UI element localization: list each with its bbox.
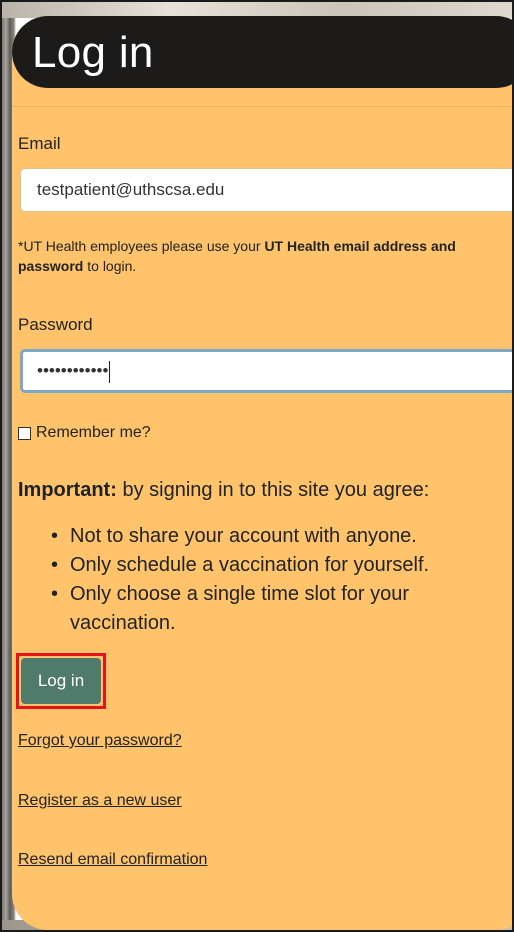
email-field[interactable]: testpatient@uthscsa.edu — [20, 168, 512, 212]
password-label: Password — [18, 315, 93, 334]
resend-confirmation-link[interactable]: Resend email confirmation — [18, 851, 207, 869]
bullet-icon: • — [51, 554, 59, 576]
password-masked-value: •••••••••••• — [37, 361, 109, 380]
agreement-list: • Not to share your account with anyone.… — [18, 522, 508, 638]
note-suffix: to login. — [83, 258, 137, 274]
bullet-icon: • — [51, 525, 59, 547]
divider — [12, 106, 512, 107]
list-item-text: Only choose a single time slot for your … — [70, 583, 410, 634]
register-link[interactable]: Register as a new user — [18, 792, 182, 810]
password-field[interactable]: •••••••••••• — [20, 349, 512, 393]
list-item: • Not to share your account with anyone. — [18, 522, 508, 551]
forgot-password-link[interactable]: Forgot your password? — [18, 732, 182, 750]
login-button-highlight: Log in — [16, 653, 106, 709]
important-bold: Important: — [18, 479, 117, 501]
remember-me-row[interactable]: Remember me? — [18, 424, 151, 442]
list-item: • Only schedule a vaccination for yourse… — [18, 551, 508, 580]
list-item: • Only choose a single time slot for you… — [18, 580, 508, 638]
employee-note: *UT Health employees please use your UT … — [18, 236, 488, 276]
login-button[interactable]: Log in — [21, 658, 101, 704]
list-item-text: Only schedule a vaccination for yourself… — [70, 554, 430, 576]
bullet-icon: • — [51, 583, 59, 605]
browser-frame: Log in Email testpatient@uthscsa.edu *UT… — [0, 0, 514, 932]
important-text: by signing in to this site you agree: — [116, 479, 430, 501]
page-title: Log in — [32, 28, 154, 77]
list-item-text: Not to share your account with anyone. — [70, 525, 417, 547]
text-cursor — [109, 360, 111, 383]
remember-me-checkbox[interactable] — [18, 426, 31, 440]
remember-me-label[interactable]: Remember me? — [36, 424, 151, 442]
important-notice: Important: by signing in to this site yo… — [18, 479, 429, 502]
email-label: Email — [18, 134, 61, 153]
note-prefix: *UT Health employees please use your — [18, 238, 265, 254]
